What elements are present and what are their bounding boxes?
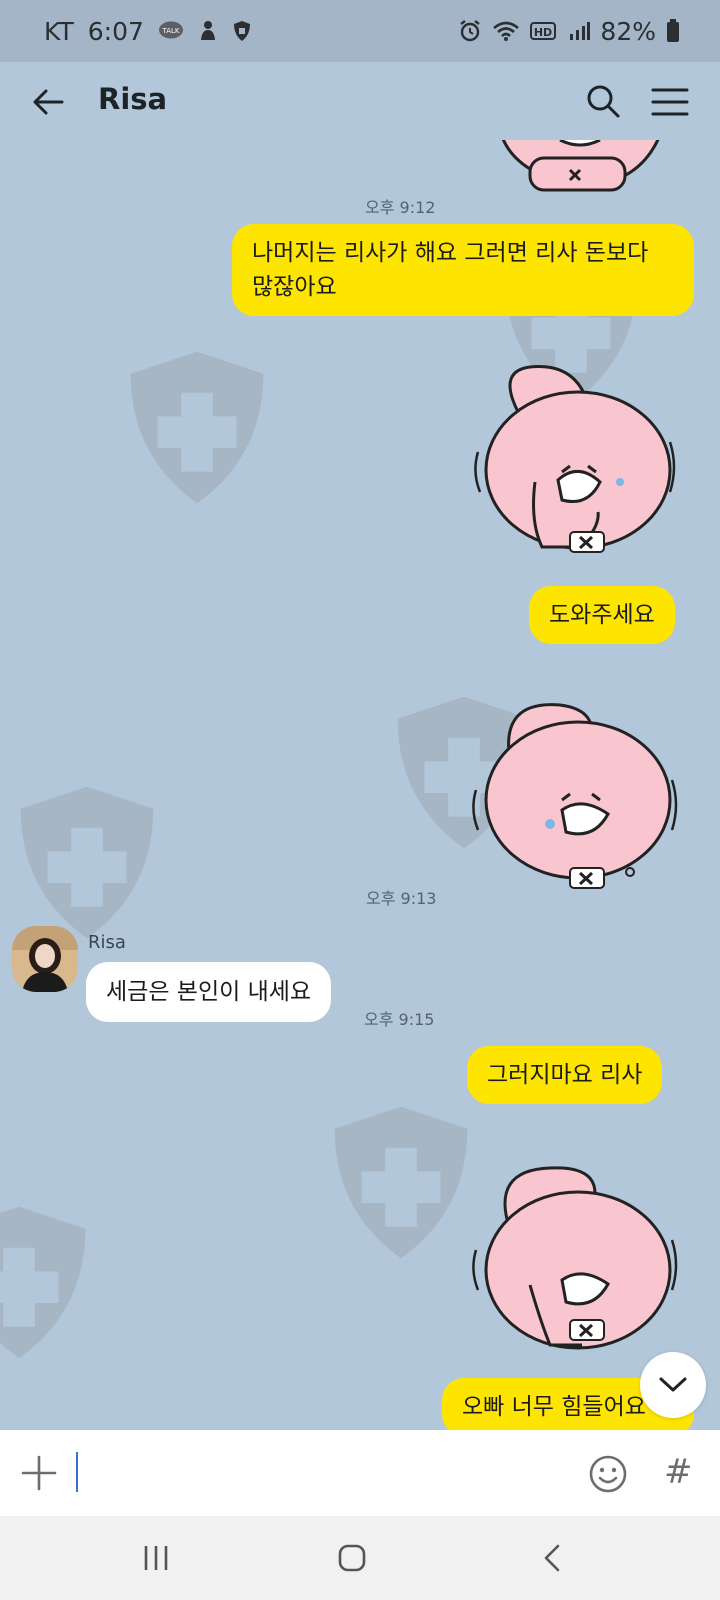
chevron-down-icon [659,1377,687,1392]
status-bar: KT 6:07 TALK HD 82% [0,0,720,62]
talk-badge-text: TALK [161,27,179,35]
message-timestamp: 오후 9:12 [365,198,436,217]
message-bubble-received[interactable]: 세금은 본인이 내세요 [86,962,332,1022]
message-bubble-sent[interactable]: 그러지마요 리사 [467,1046,663,1104]
wifi-icon [492,20,520,42]
search-icon[interactable] [584,82,622,120]
alarm-icon [458,19,482,43]
security-shield-icon [232,20,252,42]
talk-notification-icon: TALK [158,21,184,41]
battery-icon [666,19,680,43]
message-bubble-sent[interactable]: 나머지는 리사가 해요 그러면 리사 돈보다 많잖아요 [232,224,694,316]
sender-name: Risa [88,932,126,953]
battery-percent: 82% [600,16,656,46]
message-input-bar: # [0,1430,720,1516]
hd-label: HD [534,26,552,39]
carrier-label: KT [44,16,74,46]
clock: 6:07 [87,16,144,46]
message-bubble-sent[interactable]: 도와주세요 [529,586,675,644]
hd-voice-icon: HD [530,20,558,42]
signal-icon [568,20,591,42]
message-timestamp: 오후 9:13 [366,889,437,908]
scroll-to-bottom-button[interactable] [640,1352,706,1418]
menu-icon[interactable] [650,84,690,120]
avatar[interactable] [12,926,78,992]
back-arrow-icon[interactable] [28,82,68,122]
emoji-icon[interactable] [588,1454,628,1494]
system-nav-bar [0,1516,720,1600]
message-timestamp: 오후 9:15 [364,1010,435,1029]
chat-area[interactable]: 오후 9:12 나머지는 리사가 해요 그러면 리사 돈보다 많잖아요 도와주세… [0,140,720,1430]
chat-header: Risa [0,62,720,140]
home-icon[interactable] [336,1542,368,1574]
app-notification-icon [198,20,218,42]
sticker-bunny[interactable] [490,140,670,200]
sticker-bunny-crying[interactable] [470,700,680,900]
sticker-bunny-crying[interactable] [470,362,680,562]
chat-title: Risa [98,82,168,116]
back-icon[interactable] [538,1542,570,1574]
plus-icon[interactable] [20,1454,58,1492]
message-input[interactable] [76,1452,78,1492]
recent-apps-icon[interactable] [140,1542,172,1574]
sticker-bunny-crying[interactable] [470,1160,680,1360]
hashtag-search-icon[interactable]: # [664,1452,693,1492]
